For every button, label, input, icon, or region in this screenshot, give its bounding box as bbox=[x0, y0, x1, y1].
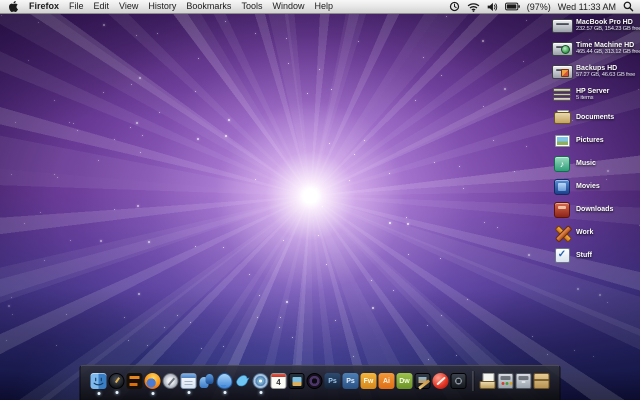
aperture-icon[interactable] bbox=[307, 373, 323, 389]
battery-icon[interactable] bbox=[505, 2, 520, 11]
desktop-item-label: Music bbox=[576, 160, 638, 167]
box-stack-icon[interactable] bbox=[534, 373, 550, 389]
pictures-folder-icon bbox=[550, 135, 574, 147]
dark-lens-app-icon[interactable] bbox=[451, 373, 467, 389]
menu-help[interactable]: Help bbox=[309, 0, 338, 13]
text-editor-icon[interactable] bbox=[181, 373, 197, 389]
twitter-bird-app-icon[interactable] bbox=[235, 373, 251, 389]
desktop-item-label: MacBook Pro HD bbox=[576, 19, 638, 26]
desktop-item-label: Backups HD bbox=[576, 65, 638, 72]
apple-logo-icon bbox=[9, 1, 18, 12]
time-machine-icon[interactable] bbox=[449, 1, 460, 12]
menu-history[interactable]: History bbox=[143, 0, 181, 13]
photoshop-alt-label: Ps bbox=[343, 373, 359, 389]
desktop-item-downloads[interactable]: Downloads bbox=[550, 198, 638, 221]
dreamweaver-label: Dw bbox=[397, 373, 413, 389]
desktop-item-sub: 57.27 GB, 46.63 GB free bbox=[576, 72, 638, 78]
firefox-icon[interactable] bbox=[145, 373, 161, 389]
desktop-item-music[interactable]: ♪ Music bbox=[550, 152, 638, 175]
music-folder-icon: ♪ bbox=[550, 156, 574, 172]
finder-icon[interactable] bbox=[91, 373, 107, 389]
gray-drawer-stack-icon[interactable] bbox=[516, 373, 532, 389]
pencil-photo-app-icon[interactable] bbox=[415, 373, 431, 389]
blue-figures-app-icon[interactable] bbox=[199, 373, 215, 389]
orange-text-app-icon[interactable] bbox=[127, 373, 143, 389]
menubar-clock[interactable]: Wed 11:33 AM bbox=[558, 2, 616, 12]
battery-percentage[interactable]: (97%) bbox=[527, 2, 551, 12]
desktop-item-label: Time Machine HD bbox=[576, 42, 638, 49]
photoshop-alt-icon[interactable]: Ps bbox=[343, 373, 359, 389]
red-globe-pen-app-icon[interactable] bbox=[433, 373, 449, 389]
desktop-icon-column: MacBook Pro HD 232.57 GB, 154.23 GB free… bbox=[550, 14, 638, 267]
fireworks-label: Fw bbox=[361, 373, 377, 389]
movies-folder-icon bbox=[550, 179, 574, 195]
apple-menu[interactable] bbox=[6, 1, 24, 12]
menu-firefox[interactable]: Firefox bbox=[24, 0, 64, 13]
calendar-icon[interactable]: 4 bbox=[271, 373, 287, 389]
desktop-item-label: Movies bbox=[576, 183, 638, 190]
calendar-day-number: 4 bbox=[272, 376, 286, 388]
desktop-item-macbook-pro-hd[interactable]: MacBook Pro HD 232.57 GB, 154.23 GB free bbox=[550, 14, 638, 37]
desktop-item-label: Downloads bbox=[576, 206, 638, 213]
time-machine-drive-icon bbox=[550, 42, 574, 56]
work-folder-icon bbox=[550, 225, 574, 240]
hard-drive-icon bbox=[550, 19, 574, 33]
desktop-item-time-machine-hd[interactable]: Time Machine HD 465.44 GB, 313.12 GB fre… bbox=[550, 37, 638, 60]
dreamweaver-icon[interactable]: Dw bbox=[397, 373, 413, 389]
desktop-item-label: Documents bbox=[576, 114, 638, 121]
photoshop-label: Ps bbox=[325, 373, 341, 389]
gray-compass-app-icon[interactable] bbox=[163, 373, 179, 389]
photoshop-icon[interactable]: Ps bbox=[325, 373, 341, 389]
menu-bar: Firefox File Edit View History Bookmarks… bbox=[0, 0, 640, 14]
desktop-item-label: Pictures bbox=[576, 137, 638, 144]
applications-drawer-stack-icon[interactable] bbox=[498, 373, 514, 389]
dock: 4 Ps Ps Fw Ai Dw bbox=[80, 365, 561, 400]
desktop-item-label: HP Server bbox=[576, 88, 638, 95]
menu-bookmarks[interactable]: Bookmarks bbox=[181, 0, 236, 13]
stuff-folder-icon: ✓ bbox=[550, 248, 574, 263]
wifi-icon[interactable] bbox=[467, 2, 480, 12]
desktop-item-documents[interactable]: Documents bbox=[550, 106, 638, 129]
desktop-item-stuff[interactable]: ✓ Stuff bbox=[550, 244, 638, 267]
desktop-item-work[interactable]: Work bbox=[550, 221, 638, 244]
illustrator-icon[interactable]: Ai bbox=[379, 373, 395, 389]
desktop-background bbox=[0, 0, 640, 400]
chat-bubble-app-icon[interactable] bbox=[217, 373, 233, 389]
photos-app-icon[interactable] bbox=[289, 373, 305, 389]
fireworks-icon[interactable]: Fw bbox=[361, 373, 377, 389]
desktop-item-sub: 5 items bbox=[576, 95, 638, 101]
desktop-item-label: Stuff bbox=[576, 252, 638, 259]
desktop-item-label: Work bbox=[576, 229, 638, 236]
desktop-item-movies[interactable]: Movies bbox=[550, 175, 638, 198]
downloads-folder-icon bbox=[550, 202, 574, 218]
gauge-app-icon[interactable] bbox=[109, 373, 125, 389]
desktop-item-hp-server[interactable]: HP Server 5 items bbox=[550, 83, 638, 106]
desktop-item-pictures[interactable]: Pictures bbox=[550, 129, 638, 152]
documents-stack-icon[interactable] bbox=[480, 373, 496, 389]
menu-view[interactable]: View bbox=[114, 0, 143, 13]
documents-folder-icon bbox=[550, 111, 574, 124]
menu-file[interactable]: File bbox=[64, 0, 89, 13]
dock-separator bbox=[473, 371, 474, 391]
volume-icon[interactable] bbox=[487, 2, 498, 12]
illustrator-label: Ai bbox=[379, 373, 395, 389]
spotlight-icon[interactable] bbox=[623, 1, 634, 12]
desktop-item-backups-hd[interactable]: Backups HD 57.27 GB, 46.63 GB free bbox=[550, 60, 638, 83]
hard-drive-icon bbox=[550, 65, 574, 79]
desktop-item-sub: 232.57 GB, 154.23 GB free bbox=[576, 26, 638, 32]
menu-tools[interactable]: Tools bbox=[236, 0, 267, 13]
disc-globe-app-icon[interactable] bbox=[253, 373, 269, 389]
server-icon bbox=[550, 88, 574, 101]
menu-edit[interactable]: Edit bbox=[89, 0, 115, 13]
desktop-item-sub: 465.44 GB, 313.12 GB free bbox=[576, 49, 638, 55]
menu-window[interactable]: Window bbox=[267, 0, 309, 13]
